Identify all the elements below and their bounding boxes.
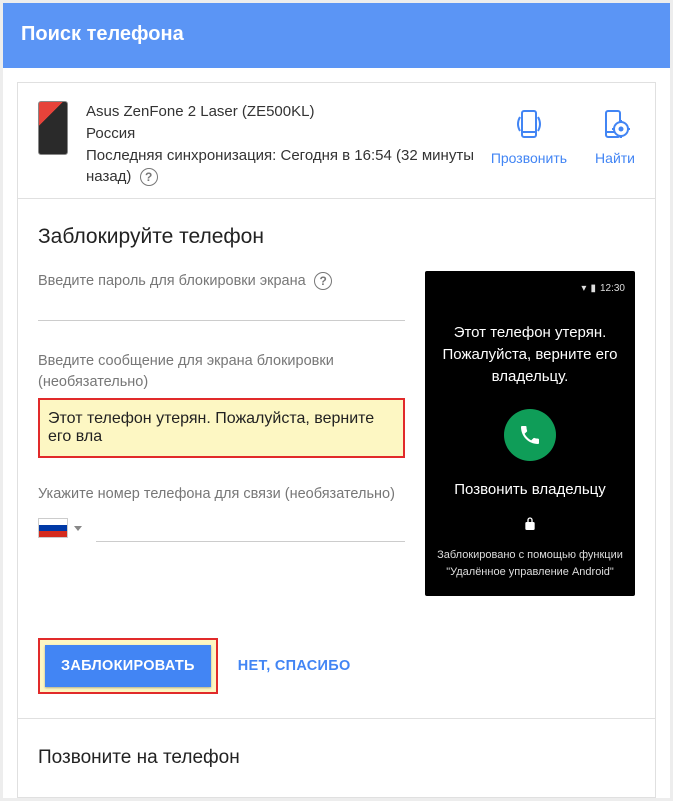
password-field-group: Введите пароль для блокировки экрана ? xyxy=(38,271,405,321)
button-row: ЗАБЛОКИРОВАТЬ НЕТ, СПАСИБО xyxy=(38,638,635,694)
country-flag-selector[interactable] xyxy=(38,518,82,538)
lock-icon xyxy=(435,516,625,537)
device-sync-line: Последняя синхронизация: Сегодня в 16:54… xyxy=(86,145,481,189)
chevron-down-icon xyxy=(74,526,82,531)
call-section[interactable]: Позвоните на телефон xyxy=(17,719,656,798)
phone-label: Укажите номер телефона для связи (необяз… xyxy=(38,484,405,504)
lock-section-title: Заблокируйте телефон xyxy=(38,225,635,249)
ring-label: Прозвонить xyxy=(491,150,567,166)
signal-icon: ▾ xyxy=(581,283,586,294)
password-input[interactable] xyxy=(38,291,405,321)
page-title: Поиск телефона xyxy=(21,23,184,45)
battery-icon: ▮ xyxy=(590,283,596,294)
device-sync-prefix: Последняя синхронизация: xyxy=(86,147,281,164)
password-label: Введите пароль для блокировки экрана xyxy=(38,273,306,289)
lock-section: Заблокируйте телефон Введите пароль для … xyxy=(17,199,656,719)
russia-flag-icon xyxy=(38,518,68,538)
preview-time: 12:30 xyxy=(600,283,625,294)
help-icon[interactable]: ? xyxy=(314,272,332,290)
lock-button[interactable]: ЗАБЛОКИРОВАТЬ xyxy=(45,645,211,687)
preview-locked-text: Заблокировано с помощью функции "Удалённ… xyxy=(435,547,625,580)
find-action[interactable]: Найти xyxy=(595,107,635,166)
ring-action[interactable]: Прозвонить xyxy=(491,107,567,166)
lock-button-highlight: ЗАБЛОКИРОВАТЬ xyxy=(38,638,218,694)
phone-field-group: Укажите номер телефона для связи (необяз… xyxy=(38,484,405,542)
message-input-highlighted[interactable]: Этот телефон утерян. Пожалуйста, верните… xyxy=(38,398,405,458)
ring-icon xyxy=(512,107,546,144)
phone-input[interactable] xyxy=(96,514,405,542)
page-header: Поиск телефона xyxy=(3,3,670,68)
device-info: Asus ZenFone 2 Laser (ZE500KL) Россия По… xyxy=(86,101,481,188)
preview-message: Этот телефон утерян. Пожалуйста, верните… xyxy=(435,322,625,387)
find-label: Найти xyxy=(595,150,635,166)
message-field-group: Введите сообщение для экрана блокировки … xyxy=(38,351,405,458)
find-icon xyxy=(598,107,632,144)
skip-button[interactable]: НЕТ, СПАСИБО xyxy=(238,658,351,674)
help-icon[interactable]: ? xyxy=(140,168,158,186)
device-thumbnail-icon xyxy=(38,101,68,155)
device-country: Россия xyxy=(86,123,481,145)
message-label: Введите сообщение для экрана блокировки … xyxy=(38,351,405,392)
call-section-title: Позвоните на телефон xyxy=(38,747,635,769)
device-name: Asus ZenFone 2 Laser (ZE500KL) xyxy=(86,101,481,123)
preview-statusbar: ▾ ▮ 12:30 xyxy=(435,283,625,294)
preview-call-button xyxy=(504,409,556,461)
preview-call-label: Позвонить владельцу xyxy=(435,481,625,498)
lockscreen-preview: ▾ ▮ 12:30 Этот телефон утерян. Пожалуйст… xyxy=(425,271,635,596)
device-card: Asus ZenFone 2 Laser (ZE500KL) Россия По… xyxy=(17,82,656,199)
phone-icon xyxy=(518,423,542,447)
